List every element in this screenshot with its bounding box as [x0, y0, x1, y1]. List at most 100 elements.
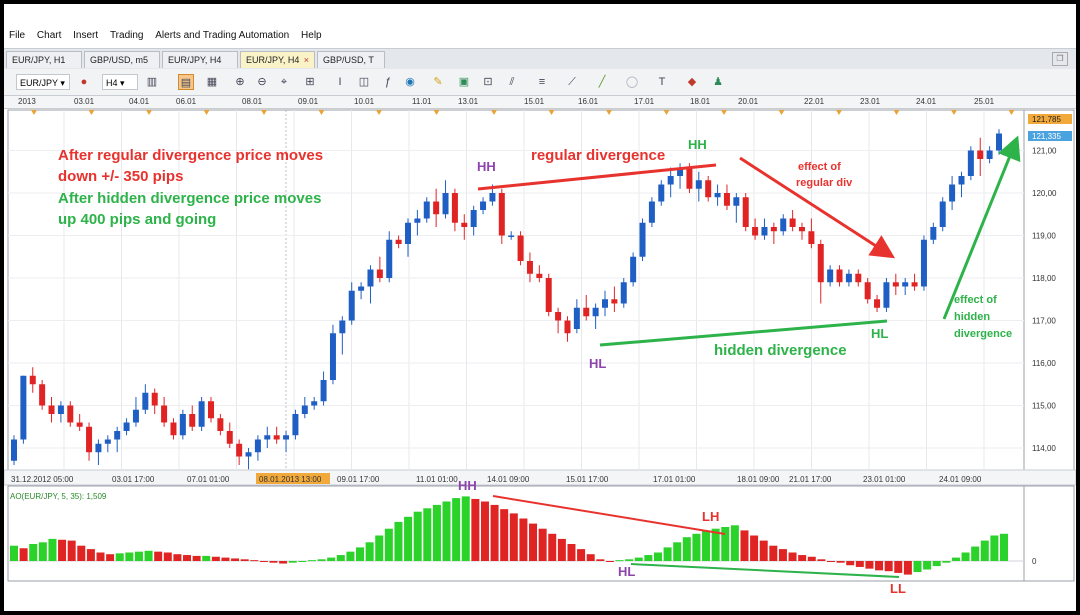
time-tick-label: 08.01.2013 13:00: [259, 475, 322, 484]
price-chart[interactable]: 121,00 120,00 119,00 118,00 117,00 116,00 115,…: [4, 4, 1076, 611]
candle-body: [292, 414, 299, 436]
candle-body: [29, 375, 36, 385]
ao-bar: [740, 530, 749, 561]
candle-body: [583, 307, 590, 317]
candle-body: [705, 180, 712, 198]
candle-body: [883, 282, 890, 308]
price-tick-label: 119,00: [1032, 232, 1056, 241]
ao-bar: [702, 530, 711, 561]
ao-bar: [721, 527, 730, 561]
candle-body: [770, 227, 777, 232]
ao-bar: [509, 513, 518, 561]
ao-bar: [971, 546, 980, 561]
ao-bar: [356, 547, 365, 561]
candle-body: [367, 269, 374, 287]
time-tick-label: 15.01 17:00: [566, 475, 609, 484]
candle-body: [480, 201, 487, 210]
candle-body: [592, 307, 599, 317]
candle-body: [611, 299, 618, 304]
ao-bar: [134, 551, 143, 561]
candle-body: [648, 201, 655, 223]
ao-bar: [500, 509, 509, 561]
candle-body: [695, 180, 702, 189]
candle-body: [245, 452, 252, 457]
price-axis-area: [1023, 109, 1075, 471]
label-ao-lh: LH: [702, 509, 720, 524]
ao-bar: [875, 561, 884, 571]
label-effect-regular-2: regular div: [796, 177, 853, 189]
ao-bar: [192, 555, 201, 561]
ao-bar: [519, 518, 528, 561]
ao-bar: [58, 539, 67, 561]
label-hh-price-1: HH: [477, 159, 496, 174]
candle-body: [451, 193, 458, 223]
candle-body: [57, 405, 64, 414]
ao-bar: [250, 560, 259, 562]
candle-body: [517, 235, 524, 261]
candle-body: [536, 273, 543, 278]
candle-body: [170, 422, 177, 436]
candle-body: [508, 235, 515, 237]
candle-body: [930, 227, 937, 240]
time-tick-label: 11.01 01:00: [416, 475, 458, 484]
candle-body: [620, 282, 627, 304]
label-hh-price-2: HH: [688, 137, 707, 152]
candle-body: [123, 422, 130, 431]
ao-bar: [798, 555, 807, 561]
candle-body: [114, 431, 121, 440]
candle-body: [301, 405, 308, 414]
candle-body: [658, 184, 665, 202]
ao-bar: [173, 554, 182, 561]
ao-bar: [692, 533, 701, 561]
candle-body: [39, 384, 46, 406]
candle-body: [376, 269, 383, 278]
candle-body: [358, 286, 365, 291]
ao-bar: [942, 561, 951, 563]
candle-body: [892, 282, 899, 287]
candle-body: [817, 244, 824, 283]
candle-body: [639, 222, 646, 257]
ao-bar: [894, 561, 903, 573]
ao-bar: [336, 555, 345, 561]
time-tick-label: 09.01 17:00: [337, 475, 380, 484]
trading-app-window: File Chart Insert Trading Alerts and Tra…: [4, 4, 1076, 611]
ao-bar: [202, 555, 211, 561]
ao-bar: [298, 561, 307, 562]
candle-body: [20, 375, 27, 440]
high-price-label: 121,785: [1032, 115, 1061, 124]
candle-body: [564, 320, 571, 334]
candle-body: [95, 443, 102, 453]
ao-axis-area: [1023, 485, 1075, 582]
price-tick-label: 115,00: [1032, 402, 1056, 411]
ao-bar: [846, 561, 855, 566]
ao-bar: [365, 542, 374, 561]
label-ao-ll: LL: [890, 581, 906, 596]
candle-body: [264, 435, 271, 440]
candle-body: [902, 282, 909, 287]
candle-body: [667, 176, 674, 185]
candle-body: [283, 435, 290, 440]
candle-body: [602, 299, 608, 308]
ao-bar: [288, 561, 297, 563]
candle-body: [76, 422, 83, 427]
note-hidden-line1: After hidden divergence price moves: [58, 190, 322, 207]
ao-bar: [327, 557, 336, 561]
ao-bar: [231, 558, 240, 561]
label-hl-price-1: HL: [589, 356, 607, 371]
ao-bar: [605, 561, 614, 562]
ao-bar: [279, 561, 288, 564]
ao-bar: [634, 557, 643, 561]
time-tick-label: 24.01 09:00: [939, 475, 982, 484]
label-effect-hidden-2: hidden: [954, 311, 991, 323]
ao-bar: [663, 547, 672, 561]
ao-bar: [961, 552, 970, 561]
candle-body: [920, 239, 927, 287]
candle-body: [986, 150, 993, 159]
label-ao-hl: HL: [618, 564, 636, 579]
candle-body: [799, 227, 805, 232]
candle-body: [132, 409, 139, 423]
candle-body: [874, 299, 881, 308]
candle-body: [864, 282, 871, 300]
ao-bar: [567, 544, 576, 561]
candle-body: [320, 380, 327, 402]
